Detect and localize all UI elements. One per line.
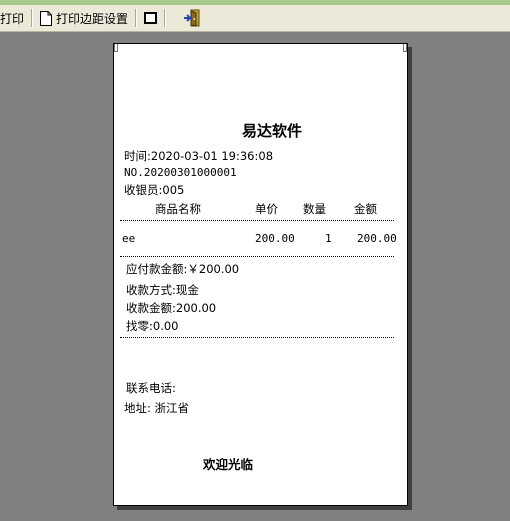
print-preview-toolbar: 打印 打印边距设置 — [0, 5, 510, 32]
page-corner-marker — [403, 44, 407, 52]
address: 地址: 浙江省 — [124, 401, 190, 415]
receipt-order-number: NO.20200301000001 — [124, 166, 237, 179]
payable-amount: 应付款金额:￥200.00 — [126, 262, 240, 276]
receipt-title: 易达软件 — [242, 122, 303, 140]
item-name: ee — [122, 232, 136, 245]
receipt-time: 时间:2020-03-01 19:36:08 — [124, 149, 274, 163]
margin-settings-label: 打印边距设置 — [56, 11, 129, 26]
item-price: 200.00 — [255, 232, 295, 245]
receipt-cashier: 收银员:005 — [124, 183, 185, 197]
payment-method: 收款方式:现金 — [126, 283, 199, 297]
welcome-message: 欢迎光临 — [203, 457, 254, 472]
column-header-price: 单价 — [255, 202, 278, 216]
exit-door-icon — [183, 9, 201, 27]
toolbar-separator — [31, 9, 34, 27]
square-icon — [144, 12, 158, 24]
column-header-name: 商品名称 — [155, 202, 201, 216]
change-amount: 找零:0.00 — [126, 319, 179, 333]
column-header-qty: 数量 — [303, 202, 326, 216]
divider — [120, 220, 394, 221]
divider — [120, 256, 394, 257]
exit-button[interactable] — [180, 7, 204, 29]
page-icon — [40, 10, 53, 26]
receipt-page: 易达软件 时间:2020-03-01 19:36:08 NO.202003010… — [113, 43, 408, 506]
divider — [120, 337, 394, 338]
toolbar-separator — [164, 9, 167, 27]
toolbar-separator — [135, 9, 138, 27]
page-corner-marker — [114, 44, 118, 52]
print-label: 打印 — [0, 11, 25, 26]
column-header-amount: 金额 — [354, 202, 377, 216]
print-button[interactable]: 打印 — [0, 7, 27, 29]
contact-phone: 联系电话: — [126, 381, 176, 395]
margin-settings-button[interactable]: 打印边距设置 — [37, 7, 131, 29]
page-view-button[interactable] — [141, 7, 160, 29]
item-qty: 1 — [325, 232, 332, 245]
item-amount: 200.00 — [357, 232, 397, 245]
received-amount: 收款金额:200.00 — [126, 301, 217, 315]
